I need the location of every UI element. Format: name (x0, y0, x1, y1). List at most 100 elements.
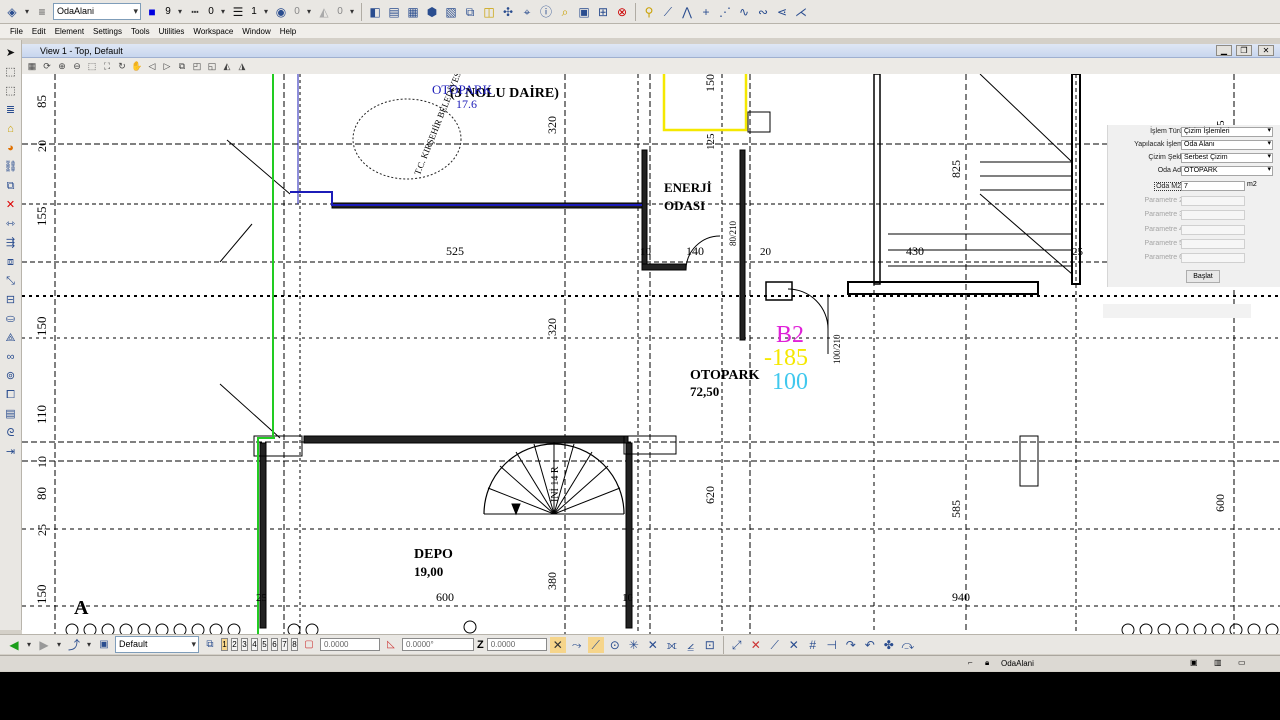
chevron-down-icon[interactable]: ▾ (25, 640, 33, 649)
chevron-down-icon[interactable]: ▾ (348, 7, 356, 16)
clip-volume-icon[interactable]: ◰ (191, 60, 203, 72)
view-previous-icon[interactable]: ◁ (146, 60, 158, 72)
chevron-down-icon[interactable]: ▾ (55, 640, 63, 649)
snap-through-icon[interactable]: ✕ (786, 637, 802, 653)
element-selection-icon[interactable]: ◈ (4, 4, 20, 20)
pan-view-icon[interactable]: ✋ (131, 60, 143, 72)
dimension-stack-icon[interactable]: ⇶ (3, 234, 19, 251)
oda-m2-input[interactable] (1181, 181, 1245, 191)
lock-icon[interactable]: 🔒︎ (985, 658, 989, 668)
display-style-icon[interactable]: ◭ (221, 60, 233, 72)
element-info-icon[interactable]: ◧ (367, 4, 383, 20)
file-icon[interactable]: ▤ (386, 4, 402, 20)
link-icon[interactable]: ⛓ (3, 158, 19, 175)
line-weight-icon[interactable]: ☰ (230, 4, 246, 20)
view-next-icon[interactable]: ▷ (161, 60, 173, 72)
raster-icon[interactable]: ▧ (443, 4, 459, 20)
rotate-view-icon[interactable]: ↻ (116, 60, 128, 72)
yapilacak-islem-combo[interactable]: Oda Alanı (1181, 140, 1273, 150)
view-button-7[interactable]: 7 (281, 638, 288, 651)
design-history-icon[interactable]: ▥ (1214, 658, 1222, 667)
zoom-out-icon[interactable]: ⊖ (71, 60, 83, 72)
view-display-icon[interactable]: ◮ (236, 60, 248, 72)
chevron-down-icon[interactable]: ▾ (305, 7, 313, 16)
search-icon[interactable]: ⌕ (557, 4, 573, 20)
pattern-icon[interactable]: ▤ (3, 405, 19, 422)
snap-midpoint-icon[interactable]: ⟋ (587, 636, 604, 653)
paint-icon[interactable]: ⌂ (3, 120, 19, 137)
info-icon[interactable]: ⓘ (538, 4, 554, 20)
view-button-6[interactable]: 6 (271, 638, 278, 651)
layers-icon[interactable]: ⧉ (462, 4, 478, 20)
parametre-6-input[interactable] (1181, 253, 1245, 263)
dimension-icon[interactable]: ⇿ (3, 215, 19, 232)
smartline-icon[interactable]: ⋰ (717, 4, 733, 20)
save-status-icon[interactable]: ▣ (1190, 658, 1198, 667)
view-button-2[interactable]: 2 (231, 638, 238, 651)
snap-intersection-icon[interactable]: ⟗ (664, 637, 680, 653)
pin-icon[interactable]: ⚲ (641, 4, 657, 20)
menu-edit[interactable]: Edit (32, 27, 46, 36)
display-style-combo[interactable]: Default (115, 636, 199, 653)
point-tool-icon[interactable]: + (698, 4, 714, 20)
snap-nearest-icon[interactable]: ⤳ (569, 637, 585, 653)
zoom-in-icon[interactable]: ⊕ (56, 60, 68, 72)
chevron-down-icon[interactable]: ▾ (85, 640, 93, 649)
window-area-icon[interactable]: ⬚ (86, 60, 98, 72)
group-icon[interactable]: ⧉ (3, 177, 19, 194)
level-combo[interactable]: OdaAlani (53, 3, 141, 20)
view-button-4[interactable]: 4 (251, 638, 258, 651)
islem-turu-combo[interactable]: Çizim İşlemleri (1181, 127, 1273, 137)
view-button-8[interactable]: 8 (291, 638, 298, 651)
parametre-3-input[interactable] (1181, 210, 1245, 220)
mirror-icon[interactable]: ⟁ (3, 329, 19, 346)
menu-settings[interactable]: Settings (93, 27, 122, 36)
fit-icon[interactable]: ⤢ (729, 637, 745, 653)
element-selection-icon[interactable]: ⤴ (66, 637, 82, 653)
back-icon[interactable]: ◀ (6, 637, 22, 653)
delete-snap-icon[interactable]: ✕ (748, 637, 764, 653)
cizim-sekli-combo[interactable]: Serbest Çizim (1181, 153, 1273, 163)
menu-help[interactable]: Help (280, 27, 296, 36)
menu-element[interactable]: Element (55, 27, 84, 36)
snap-tangent-icon[interactable]: ⦤ (683, 637, 699, 653)
snap-arc-2-icon[interactable]: ↶ (862, 637, 878, 653)
message-center-icon[interactable]: ▭ (1238, 658, 1246, 667)
analyze-icon[interactable]: ⌖ (519, 4, 535, 20)
paint-bucket-icon[interactable]: ⛀ (3, 310, 19, 327)
copy-view-icon[interactable]: ⧉ (176, 60, 188, 72)
oda-adi-combo[interactable]: OTOPARK (1181, 166, 1273, 176)
snap-keypoint-icon[interactable]: ✕ (549, 636, 566, 653)
oda-m2-checkbox[interactable]: Oda M2 (1154, 182, 1183, 191)
levels-icon[interactable]: ◫ (481, 4, 497, 20)
clip-mask-icon[interactable]: ◱ (206, 60, 218, 72)
z-input[interactable] (486, 638, 547, 651)
menu-tools[interactable]: Tools (131, 27, 150, 36)
snap-parallel-icon[interactable]: ⟋ (767, 637, 783, 653)
level-manager-icon[interactable]: ≡ (34, 4, 50, 20)
snap-perpendicular-icon[interactable]: ⊡ (702, 637, 718, 653)
snap-arc-icon[interactable]: ↷ (843, 637, 859, 653)
distance-lock-icon[interactable]: ▢ (301, 637, 317, 653)
angle-input[interactable] (402, 638, 474, 651)
color-wheel-icon[interactable]: ◕ (3, 139, 19, 156)
selection-arrow-icon[interactable]: ➤ (3, 44, 19, 61)
spiral-icon[interactable]: ᘓ (3, 424, 19, 441)
snap-origin-icon[interactable]: ✳ (626, 637, 642, 653)
delete-element-icon[interactable]: ✕ (3, 196, 19, 213)
priority-icon[interactable]: ◭ (316, 4, 332, 20)
menu-window[interactable]: Window (242, 27, 270, 36)
copy-icon[interactable]: ⧈ (3, 253, 19, 270)
color-swatch-icon[interactable]: ■ (144, 4, 160, 20)
calculator-icon[interactable]: ▣ (576, 4, 592, 20)
parametre-4-input[interactable] (1181, 225, 1245, 235)
update-view-icon[interactable]: ⟳ (41, 60, 53, 72)
fence-manipulate-icon[interactable]: ⬚ (3, 82, 19, 99)
view-button-5[interactable]: 5 (261, 638, 268, 651)
start-button[interactable]: Başlat (1186, 270, 1220, 283)
line-tool-icon[interactable]: ⟋ (660, 4, 676, 20)
view-button-1[interactable]: 1 (221, 638, 228, 651)
distance-input[interactable] (320, 638, 380, 651)
snap-curve-icon[interactable]: ⤼ (900, 637, 916, 653)
chevron-down-icon[interactable]: ▾ (262, 7, 270, 16)
